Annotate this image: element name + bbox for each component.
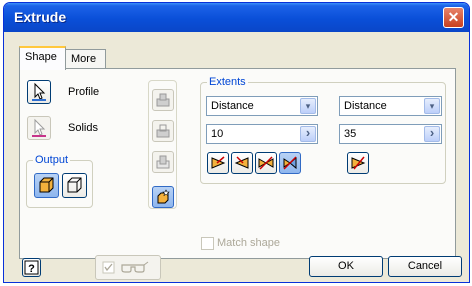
surface-cube-icon — [67, 177, 82, 193]
distance-left-value: 10 — [211, 128, 224, 140]
match-shape-label: Match shape — [217, 237, 280, 249]
extents-group: Extents Distance ▾ Distance ▾ 10 › 35 › — [200, 76, 446, 184]
solid-cube-icon — [39, 177, 54, 193]
help-glyph: ? — [28, 263, 35, 275]
extent-type-left-value: Distance — [211, 100, 254, 112]
cut-icon — [156, 124, 170, 138]
new-solid-button[interactable] — [152, 186, 174, 208]
solids-label: Solids — [68, 122, 98, 134]
preview-toggle-button[interactable] — [95, 255, 161, 280]
intersect-button[interactable] — [152, 151, 174, 173]
help-icon: ? — [24, 260, 39, 275]
chevron-down-icon: ▾ — [300, 98, 316, 114]
extents-group-label: Extents — [207, 76, 248, 88]
symmetric-icon — [258, 156, 274, 170]
cursor-arrow-icon — [32, 118, 46, 137]
glasses-preview-icon — [102, 261, 149, 274]
direction-right-icon — [351, 156, 366, 170]
direction-2-icon — [234, 156, 249, 169]
output-surface-button[interactable] — [62, 173, 87, 198]
output-group: Output — [26, 154, 93, 208]
symmetric-button[interactable] — [255, 152, 277, 174]
match-shape-checkbox[interactable] — [201, 237, 214, 250]
output-solid-button[interactable] — [34, 173, 59, 198]
extrude-dialog: Extrude ✕ Shape More Profile Solids Outp… — [3, 2, 470, 283]
solids-select-button[interactable] — [27, 116, 51, 140]
shape-panel: Profile Solids Output Extents Distance ▾… — [19, 68, 456, 259]
cancel-button[interactable]: Cancel — [388, 256, 462, 277]
new-solid-icon — [157, 189, 170, 204]
dialog-body: Shape More Profile Solids Output Extents… — [7, 32, 466, 280]
tab-more[interactable]: More — [65, 49, 106, 69]
direction-2-button[interactable] — [231, 152, 253, 174]
chevron-down-icon: ▾ — [424, 98, 440, 114]
distance-right-value: 35 — [344, 128, 357, 140]
distance-left-input[interactable]: 10 › — [206, 124, 318, 144]
extent-type-left-dropdown[interactable]: Distance ▾ — [206, 96, 318, 116]
join-button[interactable] — [152, 89, 174, 111]
title-bar[interactable]: Extrude ✕ — [4, 3, 469, 32]
extent-type-right-dropdown[interactable]: Distance ▾ — [339, 96, 442, 116]
tab-shape[interactable]: Shape — [19, 46, 66, 70]
direction-right-button[interactable] — [347, 152, 369, 174]
intersect-icon — [156, 155, 170, 169]
chevron-right-icon[interactable]: › — [300, 126, 316, 142]
ok-button[interactable]: OK — [309, 256, 383, 277]
cursor-arrow-icon — [32, 82, 46, 101]
direction-1-icon — [211, 156, 226, 169]
chevron-right-icon[interactable]: › — [424, 126, 440, 142]
asymmetric-icon — [283, 156, 297, 170]
join-icon — [156, 93, 170, 107]
output-group-label: Output — [33, 154, 71, 166]
extent-type-right-value: Distance — [344, 100, 387, 112]
help-button[interactable]: ? — [22, 258, 41, 277]
distance-right-input[interactable]: 35 › — [339, 124, 442, 144]
close-button[interactable]: ✕ — [443, 7, 464, 28]
profile-select-button[interactable] — [27, 80, 51, 104]
cut-button[interactable] — [152, 120, 174, 142]
asymmetric-button[interactable] — [279, 152, 301, 174]
profile-label: Profile — [68, 86, 100, 98]
window-title: Extrude — [14, 9, 67, 25]
direction-1-button[interactable] — [207, 152, 229, 174]
